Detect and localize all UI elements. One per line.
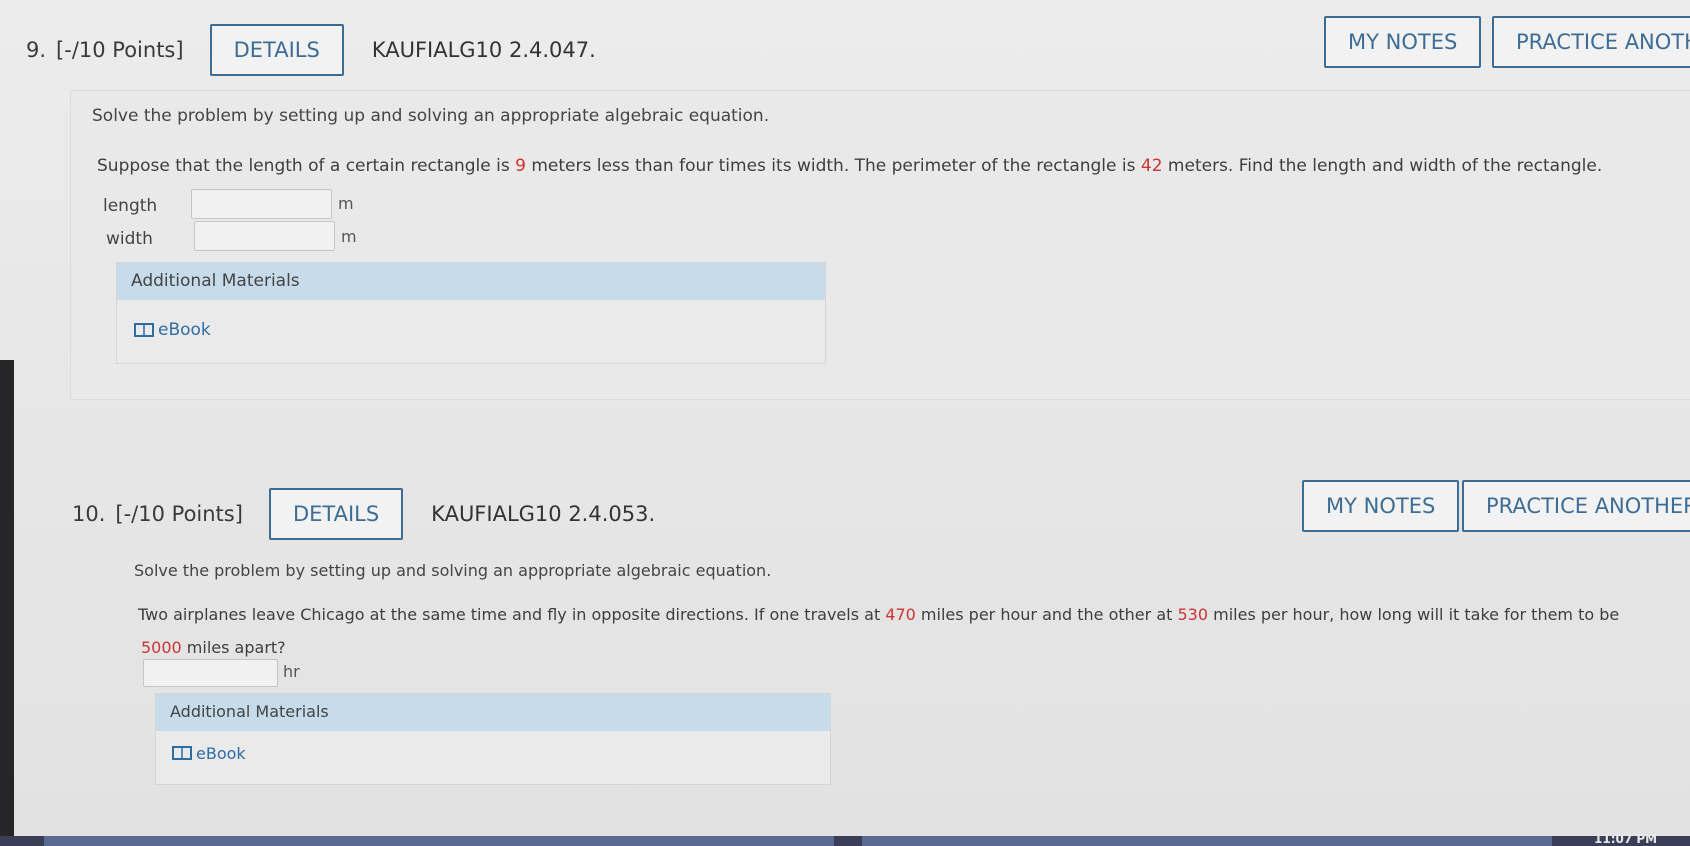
problem-segment: miles per hour and the other at: [915, 605, 1178, 624]
problem-segment: meters less than four times its width. T…: [525, 156, 1141, 176]
time-input[interactable]: [143, 659, 278, 687]
question-code: KAUFIALG10 2.4.053.: [431, 502, 656, 526]
additional-materials-panel: Additional Materials: [155, 693, 831, 785]
screen: 9. [-/10 Points] DETAILS KAUFIALG10 2.4.…: [0, 0, 1690, 846]
question-number: 9.: [26, 38, 47, 62]
book-icon: [134, 322, 154, 337]
time-unit: hr: [283, 662, 300, 681]
problem-segment: Suppose that the length of a certain rec…: [97, 156, 516, 176]
my-notes-button[interactable]: MY NOTES: [1302, 480, 1460, 532]
taskbar-window-button[interactable]: [44, 836, 834, 846]
book-icon: [172, 746, 192, 760]
width-label: width: [106, 229, 153, 249]
question-number: 10.: [72, 502, 106, 526]
problem-segment: miles per hour, how long will it take fo…: [1208, 605, 1620, 624]
highlight-number: 42: [1140, 156, 1163, 176]
problem-segment: meters. Find the length and width of the…: [1162, 156, 1603, 176]
highlight-number: 5000: [141, 638, 182, 657]
highlight-number: 470: [885, 605, 916, 624]
ebook-label: eBook: [196, 744, 246, 763]
length-input[interactable]: [191, 189, 332, 219]
highlight-number: 9: [515, 156, 526, 176]
question-points: [-/10 Points]: [115, 502, 243, 526]
instruction-text: Solve the problem by setting up and solv…: [134, 561, 772, 580]
my-notes-button[interactable]: MY NOTES: [1324, 16, 1482, 68]
ebook-link[interactable]: eBook: [172, 744, 246, 763]
problem-segment: miles apart?: [181, 638, 286, 657]
width-input[interactable]: [194, 221, 335, 251]
question-10-header: 10. [-/10 Points] DETAILS KAUFIALG10 2.4…: [72, 488, 655, 540]
width-unit: m: [341, 227, 357, 246]
practice-another-button[interactable]: PRACTICE ANOTH: [1492, 16, 1690, 68]
taskbar-window-button[interactable]: [862, 836, 1552, 846]
monitor-bezel: [0, 360, 14, 846]
additional-materials-header: Additional Materials: [117, 263, 825, 300]
question-points: [-/10 Points]: [56, 38, 184, 62]
problem-text: Suppose that the length of a certain rec…: [97, 153, 1602, 179]
ebook-label: eBook: [158, 320, 211, 340]
ebook-link[interactable]: eBook: [134, 320, 211, 340]
length-label: length: [103, 196, 158, 216]
problem-segment: Two airplanes leave Chicago at the same …: [138, 605, 886, 624]
details-button[interactable]: DETAILS: [268, 488, 404, 540]
length-unit: m: [338, 194, 354, 213]
instruction-text: Solve the problem by setting up and solv…: [92, 106, 770, 126]
additional-materials-header: Additional Materials: [156, 694, 830, 731]
question-code: KAUFIALG10 2.4.047.: [371, 38, 596, 62]
practice-another-button[interactable]: PRACTICE ANOTHER: [1462, 480, 1690, 532]
details-button[interactable]: DETAILS: [209, 24, 344, 76]
problem-text: Two airplanes leave Chicago at the same …: [138, 602, 1619, 628]
taskbar-clock: 11:07 PM: [1594, 832, 1658, 846]
problem-text-line-2: 5000 miles apart?: [141, 635, 286, 661]
highlight-number: 530: [1177, 605, 1209, 624]
additional-materials-panel: Additional Materials: [116, 262, 826, 364]
question-9-header: 9. [-/10 Points] DETAILS KAUFIALG10 2.4.…: [26, 24, 596, 76]
